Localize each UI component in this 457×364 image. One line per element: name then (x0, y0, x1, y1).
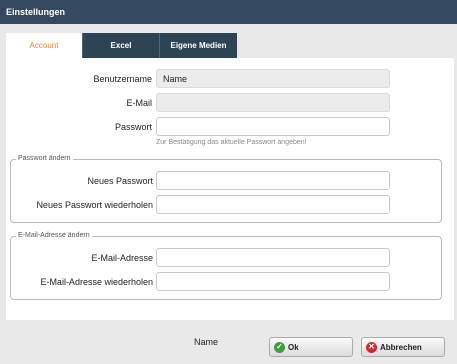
repeat-email-field[interactable] (156, 272, 390, 291)
tab-excel[interactable]: Excel (82, 33, 159, 58)
check-icon: ✓ (274, 341, 285, 353)
repeat-password-label: Neues Passwort wiederholen (36, 200, 153, 210)
settings-dialog: Einstellungen Account Excel Eigene Medie… (0, 0, 457, 364)
email-field[interactable] (156, 93, 390, 112)
footer-user-name: Name (194, 337, 219, 347)
password-label: Passwort (114, 122, 152, 132)
repeat-email-label: E-Mail-Adresse wiederholen (40, 277, 153, 287)
close-icon: ✕ (366, 341, 377, 353)
tab-eigene-medien[interactable]: Eigene Medien (159, 33, 237, 58)
new-password-field[interactable] (156, 171, 390, 190)
account-panel: Benutzername E-Mail Passwort Zur Bestäti… (6, 58, 454, 320)
cancel-button[interactable]: ✕ Abbrechen (361, 337, 445, 357)
username-label: Benutzername (93, 74, 152, 84)
new-password-label: Neues Passwort (87, 176, 153, 186)
new-email-field[interactable] (156, 248, 390, 267)
ok-button[interactable]: ✓ Ok (269, 337, 353, 357)
password-field[interactable] (156, 117, 390, 136)
repeat-password-field[interactable] (156, 195, 390, 214)
ok-button-label: Ok (288, 342, 299, 352)
password-hint: Zur Bestätigung das aktuelle Passwort an… (156, 139, 307, 146)
username-field[interactable] (156, 69, 390, 88)
cancel-button-label: Abbrechen (380, 342, 422, 352)
change-password-legend: Passwort ändern (16, 155, 73, 162)
tab-account[interactable]: Account (6, 33, 82, 58)
new-email-label: E-Mail-Adresse (91, 253, 153, 263)
email-label: E-Mail (126, 98, 152, 108)
change-email-legend: E-Mail-Adresse ändern (16, 232, 92, 239)
dialog-title: Einstellungen (0, 0, 457, 24)
